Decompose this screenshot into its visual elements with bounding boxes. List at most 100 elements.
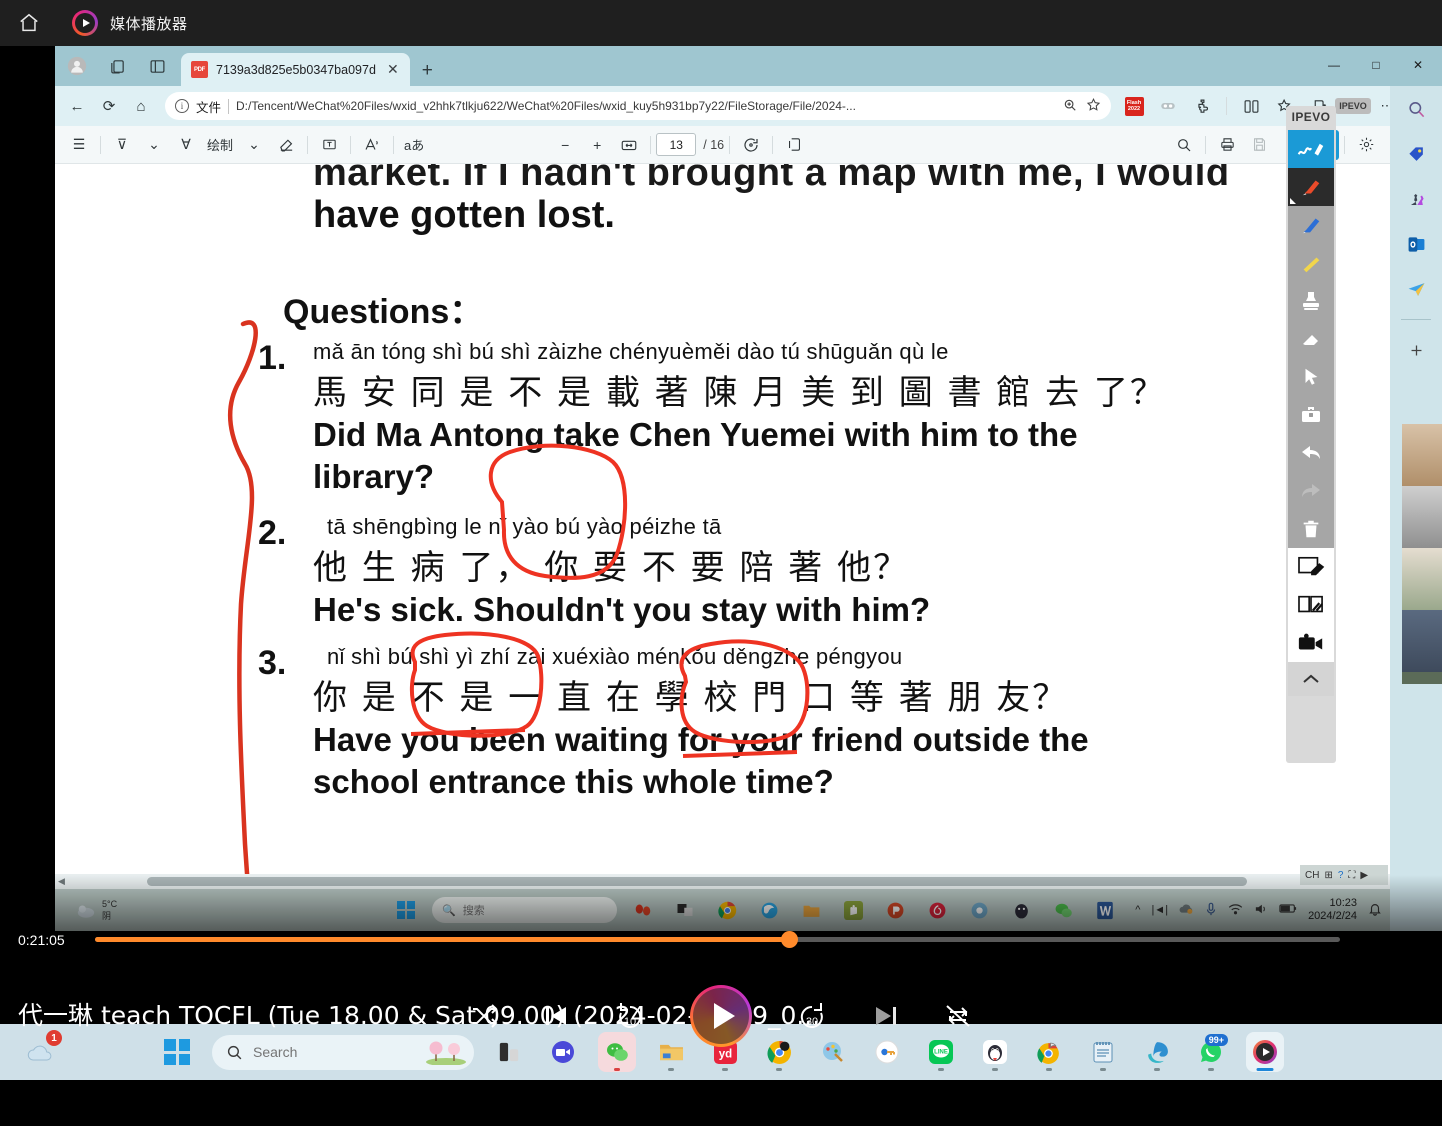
zoom-icon[interactable] — [1063, 98, 1077, 115]
player-controls: 10 30 — [0, 981, 1442, 1051]
tab-groups-icon[interactable] — [101, 50, 133, 82]
games-icon[interactable] — [1401, 184, 1431, 214]
profile-avatar[interactable] — [61, 50, 93, 82]
marker-tool-red-icon[interactable] — [1288, 168, 1334, 206]
eraser-icon[interactable] — [1288, 320, 1334, 358]
home-nav-icon[interactable]: ⌂ — [125, 90, 157, 122]
question-number: 2. — [258, 514, 287, 552]
draw-dropdown-icon[interactable]: ⌄ — [238, 130, 270, 160]
pen-blue-icon[interactable] — [1288, 206, 1334, 244]
divider — [228, 98, 230, 114]
find-icon[interactable] — [1168, 130, 1200, 160]
question-pinyin: nǐ shì bú shì yì zhí zài xuéxiào ménkǒu … — [327, 644, 903, 669]
pdf-toolbar: ☰ ⊽ ⌄ ∀ 绘制 ⌄ aあ − + 13 / 16 — [55, 126, 1390, 164]
divider — [1401, 319, 1431, 320]
info-icon: i — [175, 99, 189, 113]
question-chinese: 他 生 病 了， 你 要 不 要 陪 著 他？ — [313, 548, 910, 588]
zoom-in-button[interactable]: + — [581, 130, 613, 160]
pen-tool-blue-icon[interactable] — [1288, 130, 1334, 168]
previous-button[interactable] — [542, 1003, 570, 1029]
highlight-dropdown-icon[interactable]: ⌄ — [138, 130, 170, 160]
question-number: 1. — [258, 339, 287, 377]
address-url: D:/Tencent/WeChat%20Files/wxid_v2hhk7tlk… — [236, 99, 856, 113]
trash-icon[interactable] — [1288, 510, 1334, 548]
window-controls: — □ ✕ — [1314, 52, 1438, 78]
star-icon[interactable] — [1086, 97, 1101, 115]
table-of-contents-icon[interactable]: ☰ — [63, 130, 95, 160]
next-button[interactable] — [872, 1003, 900, 1029]
rewind-10-button[interactable]: 10 — [614, 1001, 646, 1031]
pdf-favicon: PDF — [191, 61, 208, 78]
question-translation-1: Did Ma Antong take Chen Yuemei with him … — [313, 416, 1078, 453]
pen-yellow-icon[interactable] — [1288, 244, 1334, 282]
address-bar[interactable]: i 文件 D:/Tencent/WeChat%20Files/wxid_v2hh… — [165, 92, 1111, 120]
back-icon[interactable]: ← — [61, 90, 93, 122]
minimize-button[interactable]: — — [1314, 52, 1354, 78]
settings-icon[interactable] — [1350, 130, 1382, 160]
question-chinese: 你 是 不 是 一 直 在 學 校 門 口 等 著 朋 友？ — [313, 678, 1069, 718]
page-number-input[interactable]: 13 — [656, 133, 697, 156]
stamp-icon[interactable] — [1288, 282, 1334, 320]
doc-line-2: have gotten lost. — [313, 194, 615, 236]
video-surface[interactable]: PDF 7139a3d825e5b0347ba097d530 ✕ + — □ ✕… — [0, 46, 1442, 1126]
text-icon[interactable] — [313, 130, 345, 160]
reload-icon[interactable]: ⟳ — [93, 90, 125, 122]
highlight-icon[interactable]: ⊽ — [106, 130, 138, 160]
add-sidebar-icon[interactable] — [1401, 335, 1431, 365]
play-button[interactable] — [690, 985, 752, 1047]
question-translation-2: library? — [313, 458, 435, 496]
close-window-button[interactable]: ✕ — [1398, 52, 1438, 78]
seek-bar-handle[interactable] — [781, 931, 798, 948]
read-aloud-icon[interactable] — [356, 130, 388, 160]
outlook-icon[interactable] — [1401, 229, 1431, 259]
draw-icon[interactable]: ∀ — [170, 130, 202, 160]
puzzle-extension-icon[interactable] — [1187, 91, 1217, 121]
new-tab-button[interactable]: + — [422, 60, 433, 82]
camera-icon[interactable] — [1288, 624, 1334, 662]
rotate-icon[interactable] — [735, 130, 767, 160]
search-icon[interactable] — [1401, 94, 1431, 124]
close-icon[interactable]: ✕ — [384, 61, 402, 78]
split-screen-icon[interactable] — [1236, 91, 1266, 121]
cursor-icon[interactable] — [1288, 358, 1334, 396]
chevron-up-icon[interactable] — [1288, 662, 1334, 696]
save-icon[interactable] — [1243, 130, 1275, 160]
forward-30-button[interactable]: 30 — [796, 1001, 828, 1031]
browser-tab[interactable]: PDF 7139a3d825e5b0347ba097d530 ✕ — [181, 53, 410, 86]
page-layout-icon[interactable] — [778, 130, 810, 160]
split-view-icon[interactable] — [141, 50, 173, 82]
erase-icon[interactable] — [270, 130, 302, 160]
undo-icon[interactable] — [1288, 434, 1334, 472]
pdf-page[interactable]: market. If I hadn't brought a map with m… — [55, 164, 1390, 931]
whiteboard-icon[interactable] — [1288, 548, 1334, 586]
translate-icon[interactable]: aあ — [399, 130, 429, 160]
draw-label[interactable]: 绘制 — [202, 130, 238, 160]
address-scheme: 文件 — [196, 100, 222, 115]
browser-navbar: ← ⟳ ⌂ i 文件 D:/Tencent/WeChat%20Files/wxi… — [55, 86, 1442, 126]
seek-bar[interactable] — [95, 931, 1340, 948]
question-number: 3. — [258, 644, 287, 682]
media-player-logo-icon — [72, 10, 98, 36]
ipevo-extension-icon[interactable]: IPEVO — [1335, 91, 1371, 121]
shopping-tag-icon[interactable] — [1401, 139, 1431, 169]
redo-icon[interactable] — [1288, 472, 1334, 510]
print-icon[interactable] — [1211, 130, 1243, 160]
svg-text:30: 30 — [806, 1016, 818, 1028]
video-letterbox-left — [0, 46, 55, 931]
app-title: 媒体播放器 — [110, 15, 188, 33]
flash-2022-extension-icon[interactable]: Flash 2022 — [1119, 91, 1149, 121]
question-1: 1. mǎ ān tóng shì bú shì zàizhe chényuèm… — [258, 339, 1253, 498]
split-board-icon[interactable] — [1288, 586, 1334, 624]
questions-header: Questions： — [283, 293, 484, 331]
extension-icon[interactable] — [1153, 91, 1183, 121]
toolbox-icon[interactable] — [1288, 396, 1334, 434]
shuffle-button[interactable] — [470, 1003, 498, 1029]
repeat-off-button[interactable] — [944, 1003, 972, 1029]
question-pinyin: mǎ ān tóng shì bú shì zàizhe chényuèměi … — [313, 339, 949, 364]
zoom-out-button[interactable]: − — [549, 130, 581, 160]
question-translation-2: school entrance this whole time? — [313, 763, 834, 801]
maximize-button[interactable]: □ — [1356, 52, 1396, 78]
home-icon[interactable] — [0, 0, 58, 46]
send-icon[interactable] — [1401, 274, 1431, 304]
fit-page-icon[interactable] — [613, 130, 645, 160]
